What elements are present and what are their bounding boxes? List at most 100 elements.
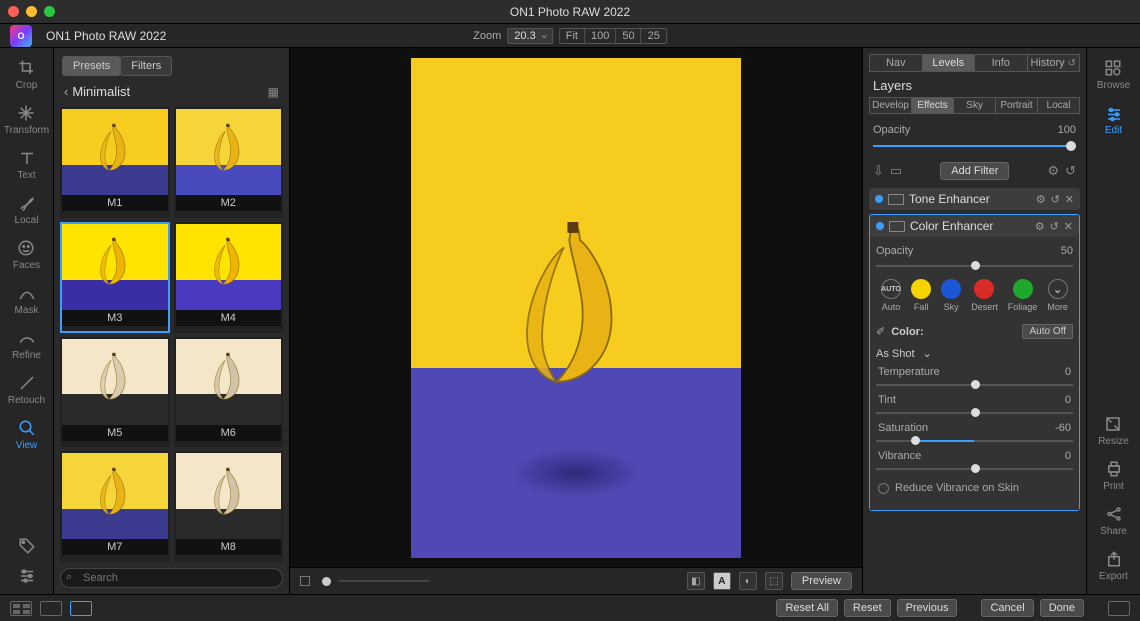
tab-history[interactable]: History↺ — [1028, 54, 1081, 72]
canvas-viewport[interactable] — [290, 48, 862, 567]
mode-develop[interactable]: Develop — [869, 97, 912, 114]
tab-nav[interactable]: Nav — [869, 54, 923, 72]
filter-enabled-dot[interactable] — [876, 222, 884, 230]
mode-export[interactable]: Export — [1099, 549, 1128, 582]
preset-M3[interactable]: M3 — [60, 222, 170, 333]
swatch-fall[interactable]: Fall — [911, 279, 931, 312]
tool-mask[interactable]: Mask — [15, 283, 39, 316]
reset-button[interactable]: Reset — [844, 599, 891, 617]
preset-M8[interactable]: M8 — [174, 451, 284, 562]
tab-levels[interactable]: Levels — [923, 54, 976, 72]
swatch-desert[interactable]: Desert — [971, 279, 998, 312]
mask-thumb-icon[interactable]: ▭ — [890, 163, 902, 179]
layer-opacity-slider[interactable] — [873, 140, 1076, 152]
window-zoom[interactable] — [44, 6, 55, 17]
mode-sky[interactable]: Sky — [954, 97, 996, 114]
preset-M4[interactable]: M4 — [174, 222, 284, 333]
vibrance-slider[interactable] — [876, 464, 1073, 474]
compare-mode-icon[interactable] — [300, 576, 310, 586]
preset-M7[interactable]: M7 — [60, 451, 170, 562]
mode-portrait[interactable]: Portrait — [996, 97, 1038, 114]
preview-button[interactable]: Preview — [791, 572, 852, 590]
history-reset-icon[interactable]: ↺ — [1068, 58, 1076, 69]
settings-sliders-icon[interactable] — [17, 566, 37, 586]
tab-presets[interactable]: Presets — [62, 56, 121, 76]
filter-mask-icon[interactable] — [888, 194, 904, 205]
eyedropper-icon[interactable]: ✐ — [876, 325, 885, 338]
mask-overlay-icon[interactable]: ◧ — [687, 572, 705, 590]
search-input[interactable] — [60, 568, 283, 588]
soft-proof-icon[interactable]: ◐ — [739, 572, 757, 590]
preset-M2[interactable]: M2 — [174, 107, 284, 218]
viewmode-single[interactable] — [70, 601, 92, 616]
reduce-vibrance-checkbox[interactable]: Reduce Vibrance on Skin — [876, 476, 1073, 500]
tool-view[interactable]: View — [16, 418, 38, 451]
tool-crop[interactable]: Crop — [16, 58, 38, 91]
swatch-auto[interactable]: AUTOAuto — [881, 279, 901, 312]
auto-off-button[interactable]: Auto Off — [1022, 324, 1073, 339]
white-balance-dropdown[interactable]: As Shot ⌄ — [876, 343, 1073, 364]
reset-icon[interactable]: ↺ — [1065, 163, 1076, 179]
gear-icon[interactable]: ⚙ — [1036, 193, 1046, 206]
swatch-sky[interactable]: Sky — [941, 279, 961, 312]
filter-mask-icon[interactable] — [889, 221, 905, 232]
tab-info[interactable]: Info — [975, 54, 1028, 72]
swatch-more[interactable]: ⌄More — [1047, 279, 1068, 312]
tool-retouch[interactable]: Retouch — [8, 373, 45, 406]
previous-button[interactable]: Previous — [897, 599, 958, 617]
tag-icon[interactable] — [17, 536, 37, 556]
mode-browse[interactable]: Browse — [1097, 58, 1130, 91]
tool-refine[interactable]: Refine — [12, 328, 41, 361]
zoom-50[interactable]: 50 — [616, 29, 641, 43]
filter-enabled-dot[interactable] — [875, 195, 883, 203]
swatch-foliage[interactable]: Foliage — [1008, 279, 1038, 312]
tint-slider[interactable] — [876, 408, 1073, 418]
done-button[interactable]: Done — [1040, 599, 1084, 617]
reset-all-button[interactable]: Reset All — [776, 599, 837, 617]
preset-M6[interactable]: M6 — [174, 337, 284, 448]
gear-icon[interactable]: ⚙ — [1035, 220, 1045, 233]
zoom-fit[interactable]: Fit — [560, 29, 585, 43]
preset-M1[interactable]: M1 — [60, 107, 170, 218]
view-grid-icon[interactable]: ▦ — [268, 85, 279, 99]
zoom-select[interactable]: 20.3 — [507, 28, 552, 44]
preset-M5[interactable]: M5 — [60, 337, 170, 448]
tool-faces[interactable]: Faces — [13, 238, 40, 271]
compare-slider-handle[interactable] — [322, 577, 331, 586]
filter-opacity-slider[interactable] — [876, 261, 1073, 271]
reset-icon[interactable]: ↺ — [1050, 220, 1059, 233]
mode-edit[interactable]: Edit — [1104, 103, 1124, 136]
import-icon[interactable]: ⇩ — [873, 163, 884, 179]
saturation-slider[interactable] — [876, 436, 1073, 446]
window-minimize[interactable] — [26, 6, 37, 17]
preset-label: M2 — [176, 195, 282, 211]
viewmode-grid[interactable] — [10, 601, 32, 616]
text-overlay-icon[interactable]: A — [713, 572, 731, 590]
close-icon[interactable]: ✕ — [1064, 220, 1073, 233]
gear-icon[interactable]: ⚙ — [1047, 163, 1059, 179]
close-icon[interactable]: ✕ — [1065, 193, 1074, 206]
cancel-button[interactable]: Cancel — [981, 599, 1033, 617]
dual-view-icon[interactable] — [1108, 601, 1130, 616]
mode-effects[interactable]: Effects — [912, 97, 954, 114]
mode-local[interactable]: Local — [1038, 97, 1080, 114]
tab-filters[interactable]: Filters — [120, 56, 172, 76]
filter-tone-head[interactable]: Tone Enhancer ⚙ ↺ ✕ — [869, 188, 1080, 210]
back-button[interactable]: ‹ — [64, 84, 68, 99]
compare-slider[interactable] — [339, 580, 429, 582]
zoom-25[interactable]: 25 — [642, 29, 666, 43]
add-filter-button[interactable]: Add Filter — [940, 162, 1009, 180]
viewmode-filmstrip[interactable] — [40, 601, 62, 616]
temperature-slider[interactable] — [876, 380, 1073, 390]
clipping-icon[interactable]: ⬚ — [765, 572, 783, 590]
filter-color-head[interactable]: Color Enhancer ⚙ ↺ ✕ — [870, 215, 1079, 237]
tool-transform[interactable]: Transform — [4, 103, 49, 136]
mode-resize[interactable]: Resize — [1098, 414, 1129, 447]
reset-icon[interactable]: ↺ — [1051, 193, 1060, 206]
zoom-100[interactable]: 100 — [585, 29, 616, 43]
mode-print[interactable]: Print — [1103, 459, 1124, 492]
window-close[interactable] — [8, 6, 19, 17]
mode-share[interactable]: Share — [1100, 504, 1127, 537]
tool-local[interactable]: Local — [15, 193, 39, 226]
tool-text[interactable]: Text — [17, 148, 37, 181]
